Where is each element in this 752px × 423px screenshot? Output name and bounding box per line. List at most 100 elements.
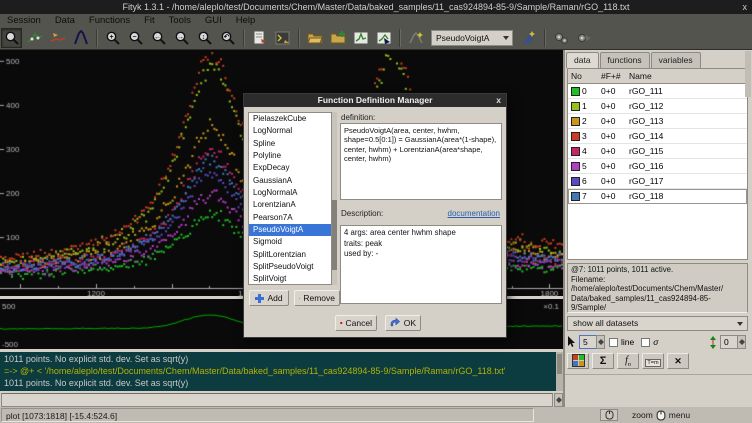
menu-data[interactable]: Data xyxy=(48,14,82,27)
function-type-select[interactable]: PseudoVoigtA xyxy=(431,30,513,46)
zoom-vertical-button[interactable]: ↕ xyxy=(194,28,215,48)
tab-data[interactable]: data xyxy=(566,52,599,68)
remove-function-type-button[interactable]: Remove xyxy=(294,290,340,306)
data-range-mode-button[interactable] xyxy=(24,28,45,48)
table-row[interactable]: 40+0rGO_115 xyxy=(568,144,747,159)
table-row[interactable]: 20+0rGO_113 xyxy=(568,114,747,129)
add-peak-mode-button[interactable] xyxy=(70,28,91,48)
data-edit-button[interactable] xyxy=(373,28,394,48)
delete-dataset-button[interactable]: ✕ xyxy=(667,353,689,369)
dataset-color-swatch[interactable] xyxy=(571,87,580,96)
dataset-color-swatch[interactable] xyxy=(571,147,580,156)
function-type-item[interactable]: GaussianA xyxy=(249,175,331,187)
point-size-spinner[interactable]: 5 xyxy=(579,335,597,349)
function-type-item[interactable]: Polyline xyxy=(249,150,331,162)
tab-functions[interactable]: functions xyxy=(600,52,650,68)
fit-run-button[interactable] xyxy=(573,28,594,48)
functions-list-button[interactable]: fn xyxy=(617,353,639,369)
dataset-filter-dropdown[interactable]: show all datasets xyxy=(567,316,748,331)
data-full-view-button[interactable] xyxy=(350,28,371,48)
info-scrollbar[interactable] xyxy=(745,51,751,97)
function-type-item[interactable]: LogNormal xyxy=(249,125,331,137)
gears-icon xyxy=(553,30,569,46)
data-shift-spinner[interactable]: 0 xyxy=(720,335,738,349)
zoom-left-button[interactable]: ← xyxy=(148,28,169,48)
dataset-color-swatch[interactable] xyxy=(571,102,580,111)
data-transform-button[interactable]: T=m xyxy=(642,353,664,369)
close-window-button[interactable]: x xyxy=(743,0,748,14)
table-row[interactable]: 70+0rGO_118 xyxy=(568,189,747,204)
zoom-mode-button[interactable] xyxy=(1,28,22,48)
definition-textarea[interactable]: PseudoVoigtA(area, center, hwhm, shape=0… xyxy=(340,123,502,200)
add-function-type-button[interactable]: Add xyxy=(249,290,289,306)
function-type-list[interactable]: PielaszekCubeLogNormalSplinePolylineExpD… xyxy=(248,112,332,285)
sigma-icon: Σ xyxy=(600,355,607,367)
point-size-value: 5 xyxy=(583,337,588,347)
point-size-arrows[interactable] xyxy=(596,335,605,349)
function-type-item[interactable]: LorentzianA xyxy=(249,199,331,211)
zoom-right-button[interactable]: → xyxy=(171,28,192,48)
background-mode-button[interactable] xyxy=(47,28,68,48)
menu-functions[interactable]: Functions xyxy=(82,14,137,27)
output-console-button[interactable] xyxy=(272,28,293,48)
mouse-hint-button[interactable] xyxy=(600,409,618,421)
sigma-checkbox[interactable] xyxy=(641,338,650,347)
line-checkbox[interactable] xyxy=(609,338,618,347)
edit-script-button[interactable] xyxy=(249,28,270,48)
table-row[interactable]: 00+0rGO_111 xyxy=(568,84,747,99)
title-bar[interactable]: Fityk 1.3.1 - /home/aleplo/test/Document… xyxy=(0,0,752,14)
load-data-button[interactable] xyxy=(304,28,325,48)
function-type-item[interactable]: SplitLorentzian xyxy=(249,249,331,261)
function-type-item[interactable]: Pearson7A xyxy=(249,212,331,224)
command-input[interactable] xyxy=(1,393,553,407)
function-type-item[interactable]: ExpDecay xyxy=(249,162,331,174)
dataset-info-box[interactable]: @7: 1011 points, 1011 active. Filename: … xyxy=(567,263,748,313)
function-type-item[interactable]: Sigmoid xyxy=(249,236,331,248)
command-history-spinner[interactable] xyxy=(554,393,563,407)
cancel-button[interactable]: Cancel xyxy=(335,315,377,331)
dataset-color-swatch[interactable] xyxy=(571,177,580,186)
function-type-item[interactable]: SplitVoigt xyxy=(249,273,331,285)
table-row[interactable]: 50+0rGO_116 xyxy=(568,159,747,174)
table-row[interactable]: 60+0rGO_117 xyxy=(568,174,747,189)
zoom-in-button[interactable]: + xyxy=(102,28,123,48)
menu-help[interactable]: Help xyxy=(229,14,263,27)
function-type-item[interactable]: PseudoVoigtA xyxy=(249,224,331,236)
function-type-item[interactable]: PielaszekCube xyxy=(249,113,331,125)
menu-session[interactable]: Session xyxy=(0,14,48,27)
menu-fit[interactable]: Fit xyxy=(137,14,162,27)
chevron-down-icon xyxy=(737,322,743,326)
remove-button-label: Remove xyxy=(303,293,335,303)
menu-gui[interactable]: GUI xyxy=(198,14,229,27)
zoom-out-button[interactable]: − xyxy=(125,28,146,48)
sidebar-tabs: datafunctionsvariables xyxy=(566,52,702,68)
dataset-color-swatch[interactable] xyxy=(571,192,580,201)
tab-variables[interactable]: variables xyxy=(651,52,701,68)
function-type-item[interactable]: Spline xyxy=(249,138,331,150)
output-console[interactable]: 1011 points. No explicit std. dev. Set a… xyxy=(0,352,563,391)
dataset-color-swatch[interactable] xyxy=(571,117,580,126)
function-list-scrollbar[interactable] xyxy=(332,112,337,285)
data-shift-arrows[interactable] xyxy=(737,335,746,349)
dialog-title-bar[interactable]: Function Definition Manager x xyxy=(244,94,506,107)
function-type-item[interactable]: SplitPseudoVoigt xyxy=(249,261,331,273)
dataset-table[interactable]: No#F+#Name00+0rGO_11110+0rGO_11220+0rGO_… xyxy=(567,68,748,260)
function-type-item[interactable]: LogNormalA xyxy=(249,187,331,199)
menu-tools[interactable]: Tools xyxy=(162,14,198,27)
append-data-button[interactable] xyxy=(327,28,348,48)
zoom-previous-button[interactable]: ↶ xyxy=(217,28,238,48)
function-definitions-button[interactable] xyxy=(550,28,571,48)
documentation-link[interactable]: documentation xyxy=(448,209,500,218)
add-function-button[interactable] xyxy=(518,28,539,48)
console-scrollbar[interactable] xyxy=(556,352,563,391)
dialog-close-button[interactable]: x xyxy=(496,94,501,107)
svg-text:↶: ↶ xyxy=(222,34,229,41)
dataset-color-swatch[interactable] xyxy=(571,132,580,141)
dataset-color-swatch[interactable] xyxy=(571,162,580,171)
table-row[interactable]: 10+0rGO_112 xyxy=(568,99,747,114)
dataset-colors-button[interactable] xyxy=(567,353,589,369)
table-row[interactable]: 30+0rGO_114 xyxy=(568,129,747,144)
auto-add-peak-button[interactable] xyxy=(405,28,426,48)
sum-button[interactable]: Σ xyxy=(592,353,614,369)
ok-button[interactable]: OK xyxy=(385,315,421,331)
